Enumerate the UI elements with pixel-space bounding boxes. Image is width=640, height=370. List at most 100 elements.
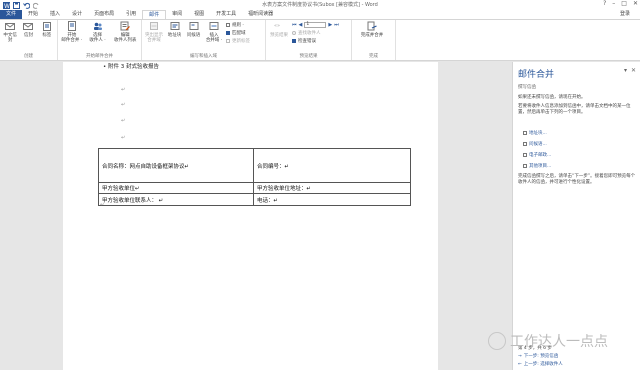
- paragraph-mark: ↵: [121, 118, 126, 124]
- pane-intro-text: 如果还未撰写信函，请现在开始。: [518, 95, 586, 100]
- minimize-button[interactable]: –: [612, 0, 615, 7]
- last-record-icon[interactable]: ⏭: [334, 22, 339, 28]
- match-fields-icon: [226, 31, 230, 35]
- tab-layout[interactable]: 页面布局: [88, 10, 120, 19]
- window-title: 水表方案文件制度协议书(Subox [兼容模式] - Word: [262, 2, 378, 8]
- tab-mailings[interactable]: 邮件: [142, 10, 167, 19]
- postage-icon: [523, 153, 527, 157]
- more-items-icon: [523, 164, 527, 168]
- highlight-icon: [150, 22, 158, 30]
- paragraph-mark: ↵: [121, 102, 126, 108]
- help-button[interactable]: ?: [603, 0, 606, 7]
- group-finish: 完成并合并 完成: [352, 20, 396, 60]
- sign-in-link[interactable]: 登录: [620, 10, 630, 19]
- electronic-postage-link[interactable]: 电子邮政...: [523, 152, 551, 158]
- document-page[interactable]: • 附件 3 封式验收报告 ↵ ↵ ↵ ↵ 合同名称：网点自助设备框架协议↵ 合…: [63, 62, 438, 370]
- table-cell[interactable]: 电话：↵: [253, 193, 411, 206]
- tab-home[interactable]: 开始: [22, 10, 44, 19]
- ribbon: 中文信封 信封 标签 创建 开始 邮件合并 · 选择 收件人 · 编辑 收件人列…: [0, 19, 640, 61]
- check-errors-button[interactable]: 检查错误: [292, 38, 339, 44]
- arrow-left-icon: ←: [518, 361, 522, 367]
- tab-foxit[interactable]: 福昕阅读器: [242, 10, 279, 19]
- address-block-link[interactable]: 地址块...: [523, 130, 547, 136]
- insert-field-icon: [209, 22, 219, 30]
- table-cell[interactable]: 合同编号：↵: [253, 148, 411, 183]
- previous-record-icon[interactable]: ◀: [299, 22, 303, 28]
- table-cell[interactable]: 甲方验收单位地址：↵: [253, 182, 411, 194]
- tab-developer[interactable]: 开发工具: [210, 10, 242, 19]
- group-label: 创建: [24, 54, 33, 59]
- window-controls: ? – □ ✕: [603, 0, 638, 7]
- pane-next-instructions: 完成信函撰写之后，请单击“下一步”。接着您即可预览每个收件人的信函，并可进行个性…: [518, 174, 636, 185]
- table-cell[interactable]: 甲方验收单位联系人： ↵: [98, 193, 254, 206]
- table-row: 甲方验收单位↵ 甲方验收单位地址：↵: [98, 182, 411, 194]
- acceptance-table: 合同名称：网点自助设备框架协议↵ 合同编号：↵ 甲方验收单位↵ 甲方验收单位地址…: [98, 148, 411, 206]
- find-icon: [292, 31, 296, 35]
- maximize-button[interactable]: □: [621, 0, 627, 7]
- greeting-icon: [523, 142, 527, 146]
- label-icon: [42, 22, 51, 31]
- pane-close-button[interactable]: ✕: [631, 67, 636, 74]
- table-row: 甲方验收单位联系人： ↵ 电话：↵: [98, 193, 411, 206]
- next-step-link[interactable]: → 下一步: 预览信函: [518, 353, 636, 360]
- rules-icon: [226, 23, 230, 27]
- greeting-icon: [189, 22, 198, 30]
- finish-merge-icon: [367, 21, 377, 31]
- group-preview-results: «» 预览结果 ⏮ ◀ 1 ▶ ⏭ 查找收件人 检查错误 预览结果: [266, 20, 352, 60]
- group-start-mail-merge: 开始 邮件合并 · 选择 收件人 · 编辑 收件人列表 开始邮件合并: [58, 20, 142, 60]
- address-block-icon: [170, 22, 179, 30]
- find-recipient-button[interactable]: 查找收件人: [292, 30, 339, 36]
- group-label: 预览结果: [299, 54, 318, 59]
- watermark: 工作达人一点点: [488, 331, 608, 351]
- update-labels-button[interactable]: 更新标签: [226, 38, 250, 44]
- preview-icon: «»: [274, 23, 280, 29]
- next-record-icon[interactable]: ▶: [328, 22, 332, 28]
- record-navigation: ⏮ ◀ 1 ▶ ⏭: [292, 22, 339, 28]
- greeting-line-link[interactable]: 问候语...: [523, 141, 547, 147]
- group-label: 编写和插入域: [190, 54, 217, 59]
- ribbon-tabs: 文件 开始 插入 设计 页面布局 引用 邮件 审阅 视图 开发工具 福昕阅读器: [0, 10, 640, 19]
- tab-insert[interactable]: 插入: [44, 10, 66, 19]
- watermark-text: 工作达人一点点: [510, 334, 608, 350]
- update-labels-icon: [226, 39, 230, 43]
- attachment-heading: • 附件 3 封式验收报告: [103, 64, 159, 70]
- svg-text:«»: «»: [274, 23, 280, 29]
- check-errors-icon: [292, 39, 296, 43]
- group-write-insert-fields: 突出显示 合并域 地址块 问候语 插入 合并域 · 规则 · 匹配域 更新标签 …: [142, 20, 266, 60]
- match-fields-button[interactable]: 匹配域: [226, 30, 250, 36]
- address-block-icon: [523, 131, 527, 135]
- people-icon: [93, 22, 102, 30]
- previous-step-link[interactable]: ← 上一步: 选择收件人: [518, 361, 636, 368]
- pane-options-button[interactable]: ▾: [624, 67, 627, 74]
- first-record-icon[interactable]: ⏮: [292, 22, 297, 28]
- rules-button[interactable]: 规则 ·: [226, 22, 250, 28]
- edit-list-icon: [120, 21, 131, 31]
- pane-title: 邮件合并: [518, 70, 555, 80]
- tab-references[interactable]: 引用: [120, 10, 142, 19]
- table-row: 合同名称：网点自助设备框架协议↵ 合同编号：↵: [98, 148, 411, 183]
- more-items-link[interactable]: 其他项目...: [523, 163, 551, 169]
- title-bar: W 水表方案文件制度协议书(Subox [兼容模式] - Word ? – □ …: [0, 0, 640, 10]
- tab-file[interactable]: 文件: [0, 10, 23, 19]
- tab-design[interactable]: 设计: [66, 10, 88, 19]
- table-cell[interactable]: 甲方验收单位↵: [98, 182, 254, 194]
- pane-subtitle: 撰写信函: [518, 85, 536, 90]
- paragraph-mark: ↵: [121, 87, 126, 93]
- close-button[interactable]: ✕: [633, 0, 638, 7]
- document-icon: [67, 21, 76, 31]
- table-cell[interactable]: 合同名称：网点自助设备框架协议↵: [98, 148, 254, 183]
- arrow-right-icon: →: [518, 353, 522, 359]
- mail-merge-pane: 邮件合并 ▾ ✕ 撰写信函 如果还未撰写信函，请现在开始。 若要将收件人信息添加…: [512, 62, 640, 370]
- tab-view[interactable]: 视图: [188, 10, 210, 19]
- pane-controls: ▾ ✕: [624, 67, 636, 74]
- tab-review[interactable]: 审阅: [166, 10, 188, 19]
- group-label: 开始邮件合并: [86, 54, 113, 59]
- group-create: 中文信封 信封 标签 创建: [0, 20, 58, 60]
- envelope-icon: [5, 23, 16, 30]
- record-number-input[interactable]: 1: [304, 22, 327, 28]
- paragraph-mark: ↵: [121, 135, 126, 141]
- document-area: • 附件 3 封式验收报告 ↵ ↵ ↵ ↵ 合同名称：网点自助设备框架协议↵ 合…: [0, 62, 508, 370]
- pane-instruction-text: 若要将收件人信息添加到信函中，请单击文档中的某一位置，然后再单击下列的一个项目。: [518, 104, 631, 115]
- paragraph-mark: ↵: [100, 202, 105, 208]
- envelope-icon: [23, 23, 34, 30]
